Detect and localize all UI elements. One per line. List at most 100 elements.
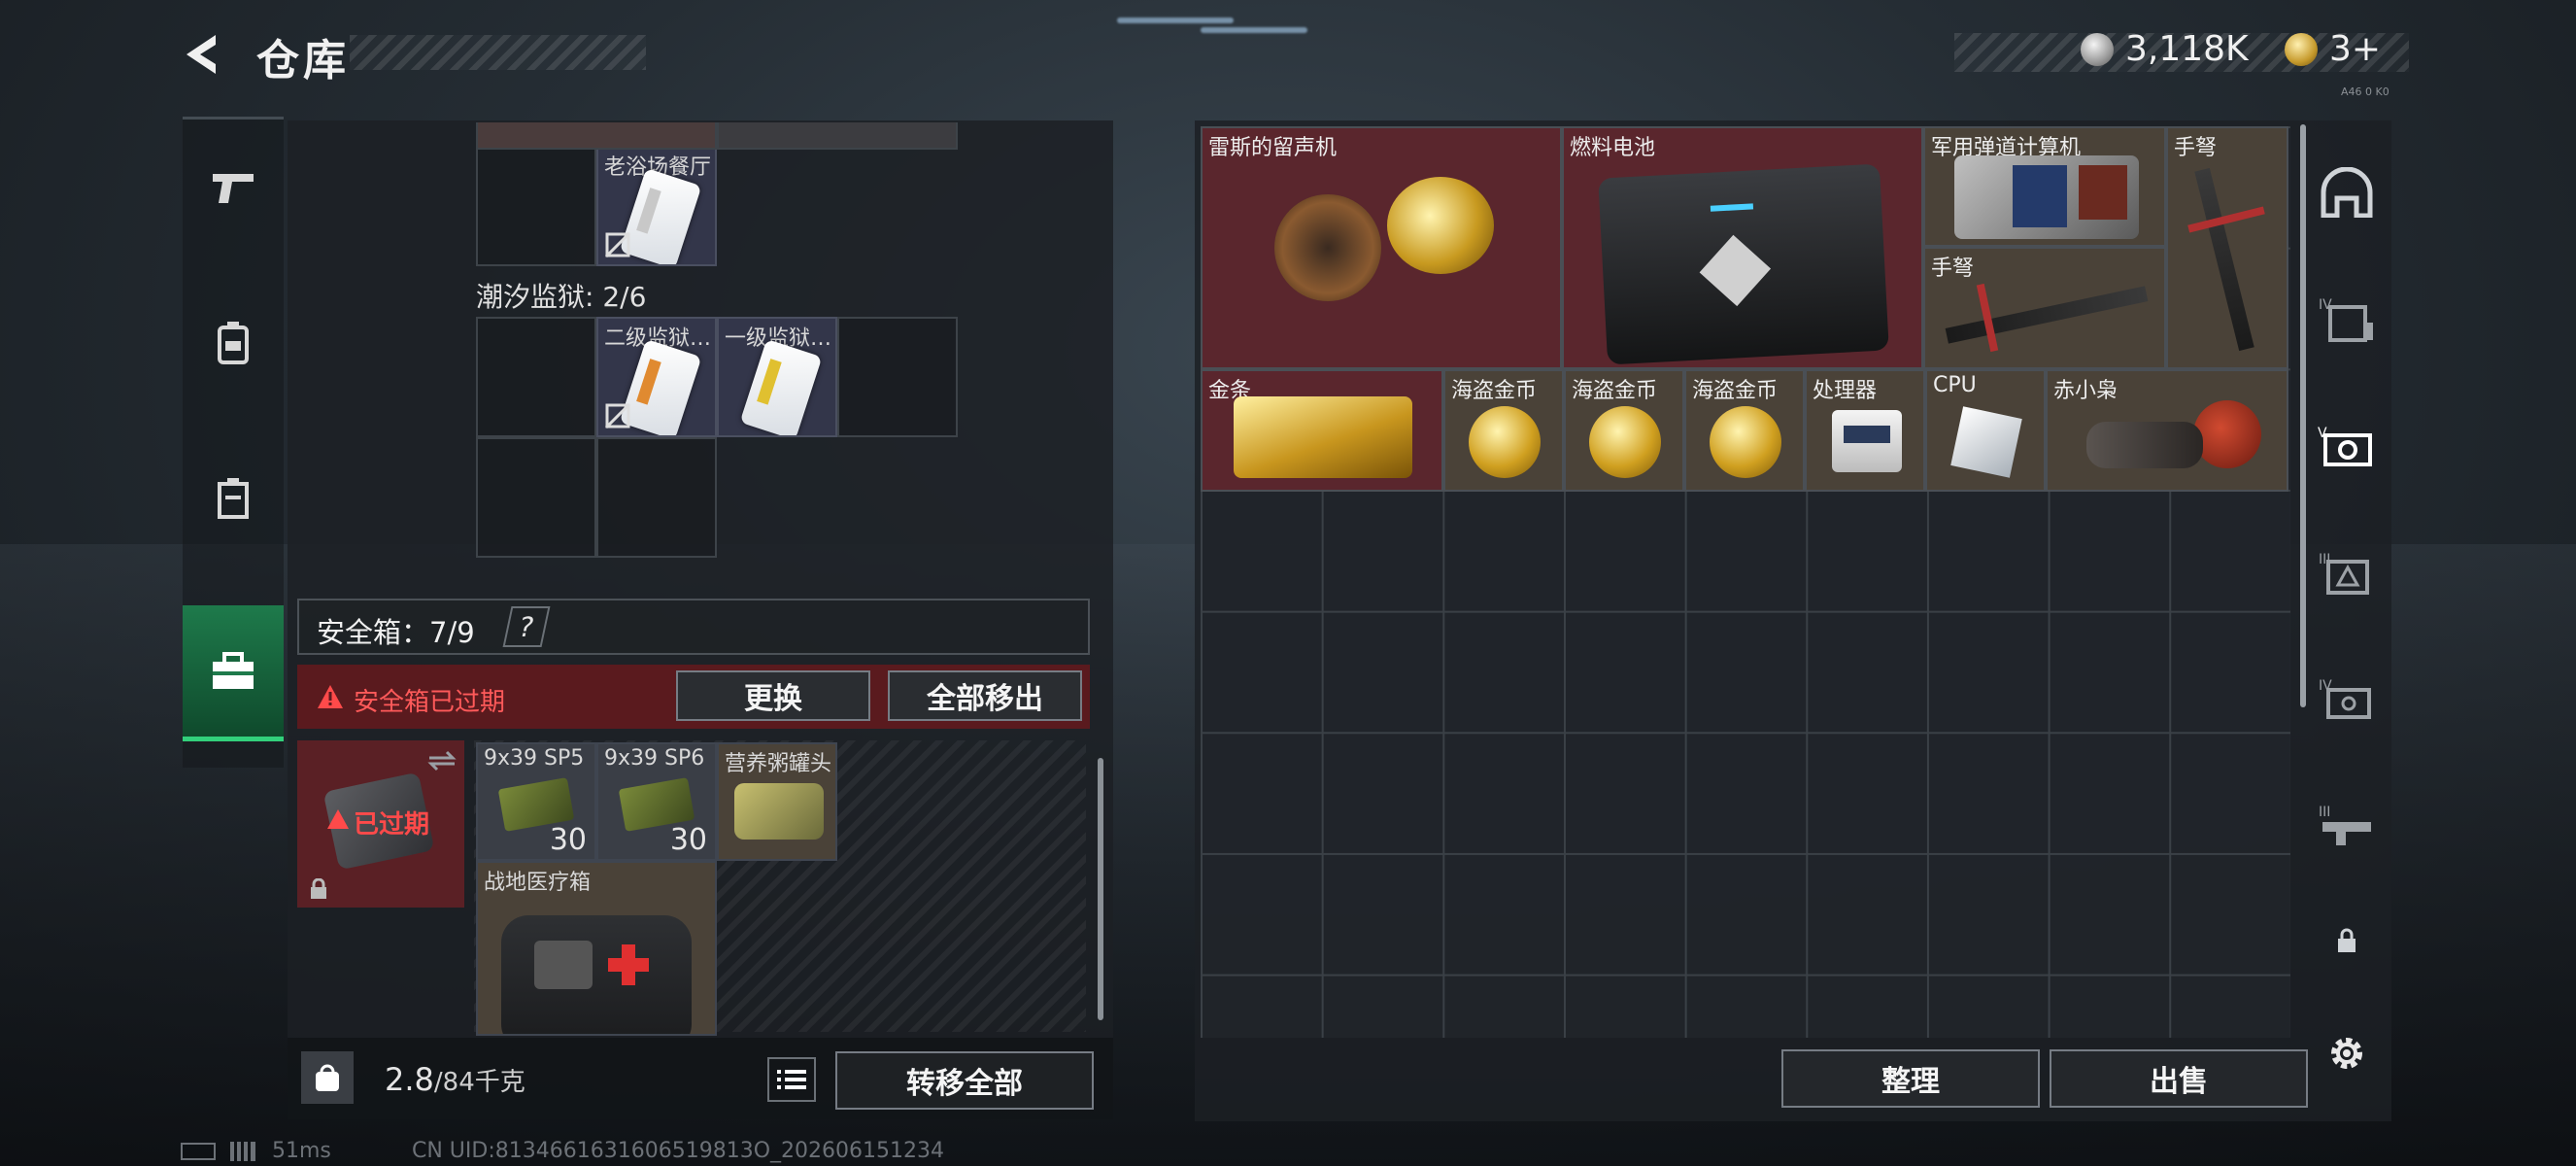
tier3-case-icon: III — [2319, 552, 2369, 595]
tab-tier3-rifle[interactable]: III — [2318, 797, 2376, 855]
lock-icon — [2338, 928, 2356, 952]
fuel-cell-image — [1598, 163, 1889, 365]
storage-item-crossbow-horizontal[interactable]: 手弩 — [1923, 247, 2166, 369]
no-drop-icon — [604, 402, 631, 429]
item-label: 战地医疗箱 — [484, 871, 592, 895]
tab-container[interactable] — [183, 430, 284, 566]
gold-coin-icon — [2285, 33, 2318, 66]
safe-box-case[interactable]: 已过期 — [297, 740, 464, 908]
safe-box-title: 安全箱：7/9 — [317, 616, 475, 649]
warning-icon — [318, 685, 343, 708]
sell-button[interactable]: 出售 — [2050, 1049, 2308, 1108]
storage-item-processor[interactable]: 处理器 — [1805, 369, 1925, 492]
grid-cell[interactable] — [596, 437, 717, 558]
grid-cell[interactable] — [476, 437, 596, 558]
left-sidebar — [183, 117, 284, 768]
computer-keypad — [2079, 165, 2127, 220]
svg-text:III: III — [2319, 805, 2330, 820]
inventory-scrollbar[interactable] — [1098, 758, 1103, 1020]
item-slot-restaurant-keycard[interactable]: 老浴场餐厅 — [596, 146, 717, 266]
tab-equipment[interactable] — [183, 275, 284, 411]
item-slot-prison-keycard-2[interactable]: 二级监狱… — [596, 317, 717, 437]
storage-item-pirate-coin[interactable]: 海盗金币 — [1684, 369, 1805, 492]
storage-item-gramophone[interactable]: 雷斯的留声机 — [1201, 126, 1562, 369]
weight-icon — [301, 1051, 354, 1104]
card-stripe — [636, 359, 661, 405]
remove-all-button[interactable]: 全部移出 — [888, 670, 1082, 721]
item-count: 30 — [549, 823, 587, 857]
item-label: 燃料电池 — [1570, 136, 1656, 160]
storage-item-ballistic-computer[interactable]: 军用弹道计算机 — [1923, 126, 2166, 247]
corner-code: A46 0 K0 — [2341, 86, 2390, 98]
prison-section-label: 潮汐监狱: 2/6 — [476, 281, 647, 313]
tab-vest[interactable]: IV — [2318, 290, 2376, 348]
tab-safe-case[interactable]: V — [2318, 418, 2376, 476]
item-label: 处理器 — [1813, 379, 1878, 403]
storage-item-gold-bar[interactable]: 金条 — [1201, 369, 1443, 492]
helmet-icon — [2321, 167, 2373, 218]
silver-amount[interactable]: 3,118K — [2125, 29, 2249, 69]
storage-item-crossbow-vertical[interactable]: 手弩 — [2166, 126, 2288, 369]
fuel-cell-logo — [1699, 234, 1772, 307]
medkit-image — [501, 915, 692, 1034]
item-label: 9x39 SP5 — [484, 746, 585, 771]
status-ping: 51ms — [181, 1139, 331, 1163]
safe-item-medkit[interactable]: 战地医疗箱 — [476, 861, 717, 1036]
grid-cell[interactable] — [837, 317, 958, 437]
storage-footer: 整理 出售 — [1195, 1038, 2391, 1121]
kettlebell-icon — [316, 1064, 339, 1091]
item-label: 手弩 — [1931, 257, 1975, 281]
sort-button[interactable]: 整理 — [1781, 1049, 2040, 1108]
lock-icon — [311, 878, 326, 899]
storage-item-pirate-coin[interactable]: 海盗金币 — [1564, 369, 1684, 492]
tab-weapons[interactable] — [183, 120, 284, 256]
item-label: 9x39 SP6 — [604, 746, 705, 771]
item-label: 海盗金币 — [1451, 379, 1538, 403]
gold-coin-image — [1469, 406, 1541, 478]
page-title: 仓库 — [256, 36, 350, 86]
help-button[interactable]: ? — [502, 606, 551, 647]
settings-button[interactable] — [2318, 1024, 2376, 1082]
item-label: 手弩 — [2174, 136, 2218, 160]
keycard-image — [739, 338, 823, 435]
storage-item-fuel-cell[interactable]: 燃料电池 — [1562, 126, 1923, 369]
safe-box-header: 安全箱：7/9 ? — [297, 599, 1090, 655]
fuel-cell-light — [1710, 203, 1754, 212]
battery-icon — [181, 1143, 216, 1160]
tab-helmet[interactable] — [2318, 163, 2376, 222]
list-view-button[interactable] — [767, 1057, 816, 1102]
computer-screen — [2013, 165, 2067, 227]
crossbow-image — [1945, 286, 2149, 344]
no-drop-icon — [604, 231, 631, 258]
grid-cell-partial — [476, 122, 717, 150]
gramophone-horn-image — [1387, 177, 1494, 274]
item-label: 赤小枭 — [2053, 379, 2118, 403]
safe-item-ammo-sp5[interactable]: 9x39 SP5 30 — [476, 742, 596, 861]
storage-item-cpu[interactable]: CPU — [1925, 369, 2046, 492]
back-arrow-icon — [186, 35, 216, 74]
item-label: 海盗金币 — [1572, 379, 1658, 403]
weight-value: 2.8 — [385, 1061, 434, 1098]
replace-button[interactable]: 更换 — [676, 670, 870, 721]
storage-item-pirate-coin[interactable]: 海盗金币 — [1443, 369, 1564, 492]
medkit-panel — [534, 941, 593, 989]
signal-icon — [230, 1142, 255, 1161]
item-slot-prison-keycard-1[interactable]: 一级监狱… — [717, 317, 837, 437]
weight-readout: 2.8/84千克 — [385, 1061, 525, 1098]
owl-head-image — [2193, 400, 2261, 468]
back-button[interactable] — [181, 29, 231, 80]
storage-item-red-owl[interactable]: 赤小枭 — [2046, 369, 2288, 492]
tier5-case-icon: V — [2318, 426, 2372, 466]
safe-item-ammo-sp6[interactable]: 9x39 SP6 30 — [596, 742, 717, 861]
swap-icon[interactable] — [427, 750, 457, 772]
tab-tier3-case[interactable]: III — [2318, 544, 2376, 602]
tab-tier4-case[interactable]: IV — [2318, 670, 2376, 729]
item-label: 海盗金币 — [1692, 379, 1779, 403]
grid-cell[interactable] — [476, 317, 596, 437]
transfer-all-button[interactable]: 转移全部 — [835, 1051, 1094, 1110]
safe-item-porridge-can[interactable]: 营养粥罐头 — [717, 742, 837, 861]
gold-amount[interactable]: 3+ — [2329, 29, 2381, 69]
tab-safebox[interactable] — [183, 605, 284, 741]
grid-cell[interactable] — [476, 146, 596, 266]
tab-locked[interactable] — [2318, 911, 2376, 970]
